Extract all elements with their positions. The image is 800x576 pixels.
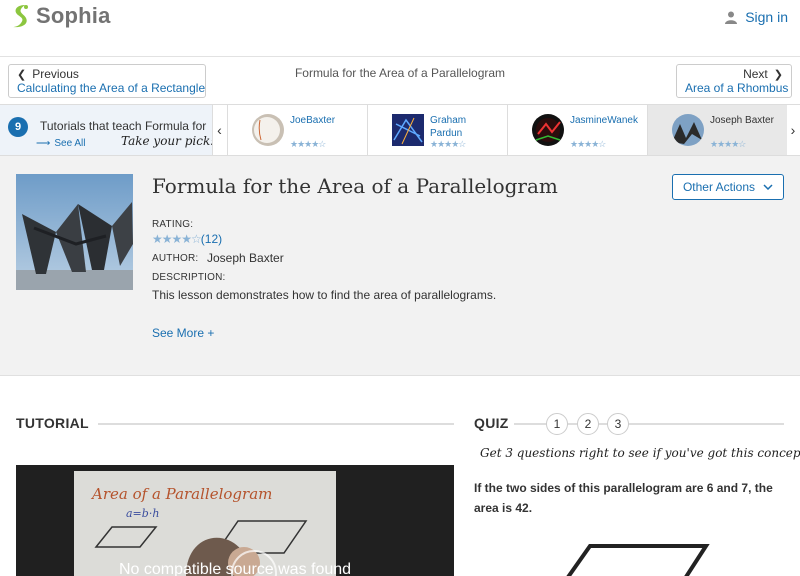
current-lesson-title: Formula for the Area of a Parallelogram [294, 66, 506, 80]
svg-text:Area of a Parallelogram: Area of a Parallelogram [90, 485, 272, 503]
see-all-label: See All [54, 138, 86, 149]
tutorial-count-badge: 9 [8, 117, 28, 137]
tutorial-heading: TUTORIAL [16, 415, 89, 431]
tutor-name: Graham Pardun [430, 115, 467, 139]
tutor-name: Joseph Baxter [710, 115, 774, 126]
quiz-question-1[interactable]: 1 [546, 413, 568, 435]
rating-label: RATING: [152, 219, 194, 230]
tutorials-header: 9 Tutorials that teach Formula for ⟶ See… [0, 105, 212, 155]
tutor-rating-stars: ★★★★☆ [570, 139, 606, 149]
tutorial-divider [98, 423, 454, 425]
tutor-name: JasmineWanek [570, 115, 638, 126]
tutor-avatar [532, 114, 564, 146]
parallelogram-figure [566, 544, 710, 576]
description-label: DESCRIPTION: [152, 272, 226, 283]
author-name: Joseph Baxter [207, 251, 284, 265]
tutor-avatar [392, 114, 424, 146]
signin-link[interactable]: Sign in [725, 9, 788, 25]
other-actions-label: Other Actions [682, 180, 756, 194]
description-text: This lesson demonstrates how to find the… [152, 288, 497, 302]
lesson-nav: ❮ Previous Calculating the Area of a Rec… [0, 57, 800, 104]
next-label: Next [743, 67, 768, 81]
tutor-card[interactable]: JoeBaxter ★★★★☆ [227, 105, 367, 155]
chevron-right-icon: ❯ [773, 68, 783, 81]
previous-label: Previous [32, 67, 79, 81]
see-all-link[interactable]: ⟶ See All [36, 138, 85, 149]
video-player[interactable]: Area of a Parallelogram a=b·h No compati… [16, 465, 454, 576]
next-button[interactable]: Next ❯ Area of a Rhombus [676, 64, 792, 98]
tutor-card-active[interactable]: Joseph Baxter ★★★★☆ [647, 105, 787, 155]
sophia-logo[interactable]: Sophia [10, 3, 111, 29]
user-icon [725, 11, 738, 24]
tutor-card[interactable]: JasmineWanek ★★★★☆ [507, 105, 647, 155]
tutor-rating-stars: ★★★★☆ [710, 139, 746, 149]
tutor-avatar [672, 114, 704, 146]
tutor-rating-stars: ★★★★☆ [290, 139, 326, 149]
svg-text:a=b·h: a=b·h [126, 507, 159, 520]
rating-stars: ★★★★☆ [152, 232, 202, 246]
chevron-left-icon: ❮ [17, 68, 27, 81]
signin-label: Sign in [745, 9, 788, 25]
logo-text: Sophia [36, 3, 111, 28]
quiz-question-3[interactable]: 3 [607, 413, 629, 435]
quiz-hint: Get 3 questions right to see if you've g… [480, 446, 800, 460]
take-your-pick-label: Take your pick: [121, 134, 212, 148]
tutor-avatar [252, 114, 284, 146]
site-header: Sophia Sign in [0, 0, 800, 57]
see-more-link[interactable]: See More + [152, 326, 214, 340]
quiz-heading: QUIZ [474, 415, 509, 431]
tutor-card[interactable]: Graham Pardun ★★★★☆ [367, 105, 507, 155]
previous-button[interactable]: ❮ Previous Calculating the Area of a Rec… [8, 64, 206, 98]
lesson-details: Formula for the Area of a Parallelogram … [0, 156, 800, 376]
rating-row[interactable]: ★★★★☆ (12) [152, 232, 222, 246]
rating-count: (12) [200, 232, 223, 246]
previous-lesson-link[interactable]: Calculating the Area of a Rectangle [17, 81, 205, 95]
tutorials-title: Tutorials that teach Formula for [40, 119, 207, 133]
video-error-message: No compatible source was found [118, 561, 352, 576]
tutor-name: JoeBaxter [290, 115, 336, 126]
author-label: AUTHOR: [152, 253, 199, 264]
tutorials-strip: 9 Tutorials that teach Formula for ⟶ See… [0, 104, 800, 156]
arrow-right-icon: ⟶ [36, 138, 51, 149]
tutor-rating-stars: ★★★★☆ [430, 139, 466, 149]
quiz-question-2[interactable]: 2 [577, 413, 599, 435]
chevron-left-icon[interactable]: ‹ [212, 105, 226, 155]
lesson-title: Formula for the Area of a Parallelogram [152, 174, 558, 198]
lesson-thumbnail [16, 174, 133, 290]
quiz-question-text: If the two sides of this parallelogram a… [474, 481, 773, 515]
sophia-logo-icon [13, 5, 28, 28]
other-actions-button[interactable]: Other Actions [672, 174, 784, 200]
video-frame: Area of a Parallelogram a=b·h [16, 465, 454, 576]
chevron-right-icon[interactable]: › [786, 105, 800, 155]
next-lesson-link[interactable]: Area of a Rhombus [685, 81, 788, 95]
chevron-down-icon [763, 184, 773, 190]
